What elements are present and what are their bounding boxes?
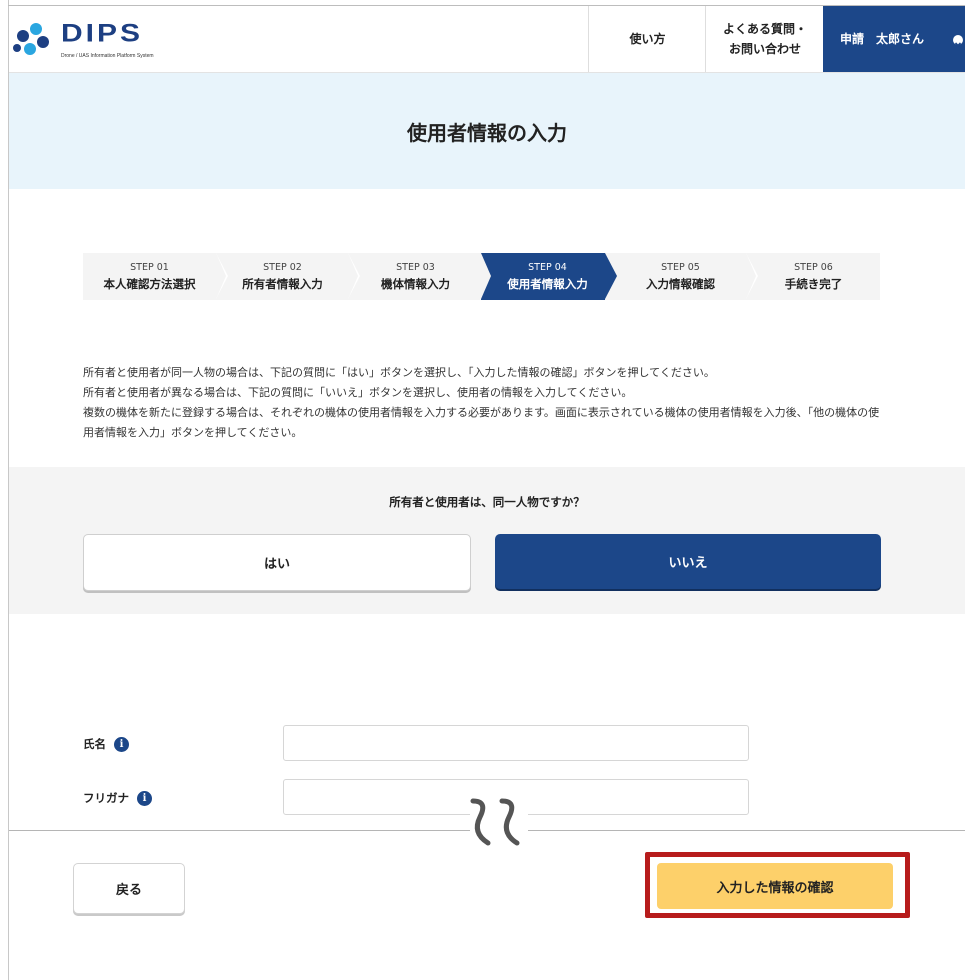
step-label: 使用者情報入力: [507, 276, 588, 291]
no-button-selected[interactable]: いいえ: [495, 534, 881, 589]
step-number: STEP 05: [661, 261, 700, 273]
confirm-input-button[interactable]: 入力した情報の確認: [657, 863, 893, 909]
page-title: 使用者情報の入力: [407, 120, 567, 145]
instructions-text: 所有者と使用者が同一人物の場合は、下記の質問に「はい」ボタンを選択し、「入力した…: [83, 363, 883, 443]
step-label: 本人確認方法選択: [103, 276, 196, 291]
name-label-text: 氏名: [83, 737, 106, 751]
question-text: 所有者と使用者は、同一人物ですか？: [389, 495, 585, 509]
step-label: 所有者情報入力: [242, 276, 323, 291]
instruction-line: 複数の機体を新たに登録する場合は、それぞれの機体の使用者情報を入力する必要があり…: [83, 406, 880, 439]
logo-subtitle: Drone / UAS Information Platform System: [61, 53, 154, 59]
user-menu[interactable]: 申請 太郎さん: [823, 6, 965, 72]
step-label: 入力情報確認: [646, 276, 715, 291]
dips-logo[interactable]: DIPS Drone / UAS Information Platform Sy…: [11, 20, 181, 64]
step-5: STEP 05 入力情報確認: [614, 253, 747, 300]
chevron-down-icon: [953, 35, 963, 47]
kana-label-text: フリガナ: [83, 791, 129, 805]
info-icon[interactable]: i: [114, 736, 129, 752]
step-number: STEP 01: [130, 261, 169, 273]
yes-button[interactable]: はい: [83, 534, 471, 591]
kana-field-label: フリガナ i: [83, 790, 152, 806]
instruction-line: 所有者と使用者が異なる場合は、下記の質問に「いいえ」ボタンを選択し、使用者の情報…: [83, 386, 633, 399]
site-header: DIPS Drone / UAS Information Platform Sy…: [9, 6, 965, 73]
step-number: STEP 03: [396, 261, 435, 273]
nav-faq-label-line1: よくある質問・: [722, 22, 807, 36]
nav-faq-link[interactable]: よくある質問・ お問い合わせ: [705, 6, 824, 72]
nav-howto-link[interactable]: 使い方: [588, 6, 706, 72]
omission-break-icon: [470, 798, 528, 846]
instruction-line: 所有者と使用者が同一人物の場合は、下記の質問に「はい」ボタンを選択し、「入力した…: [83, 366, 715, 379]
step-2: STEP 02 所有者情報入力: [216, 253, 349, 300]
step-6: STEP 06 手続き完了: [747, 253, 880, 300]
nav-faq-label-line2: お問い合わせ: [728, 42, 801, 56]
name-field-label: 氏名 i: [83, 736, 129, 752]
logo-wordmark: DIPS: [61, 20, 144, 48]
step-number: STEP 06: [794, 261, 833, 273]
step-3: STEP 03 機体情報入力: [349, 253, 482, 300]
dips-logo-mark-icon: [13, 23, 49, 55]
step-number: STEP 04: [528, 261, 567, 273]
same-person-question-panel: 所有者と使用者は、同一人物ですか？ はい いいえ: [9, 467, 965, 614]
info-icon[interactable]: i: [137, 790, 152, 806]
step-label: 手続き完了: [784, 276, 843, 291]
name-input[interactable]: [283, 725, 749, 761]
page-hero: 使用者情報の入力: [9, 73, 965, 189]
step-label: 機体情報入力: [381, 276, 450, 291]
step-1: STEP 01 本人確認方法選択: [83, 253, 216, 300]
step-progress-bar: STEP 01 本人確認方法選択 STEP 02 所有者情報入力 STEP 03…: [83, 253, 880, 300]
user-name: 申請 太郎さん: [840, 32, 925, 46]
nav-howto-label: 使い方: [629, 32, 666, 46]
step-number: STEP 02: [263, 261, 302, 273]
step-4-current: STEP 04 使用者情報入力: [481, 253, 614, 300]
back-button[interactable]: 戻る: [73, 863, 185, 914]
